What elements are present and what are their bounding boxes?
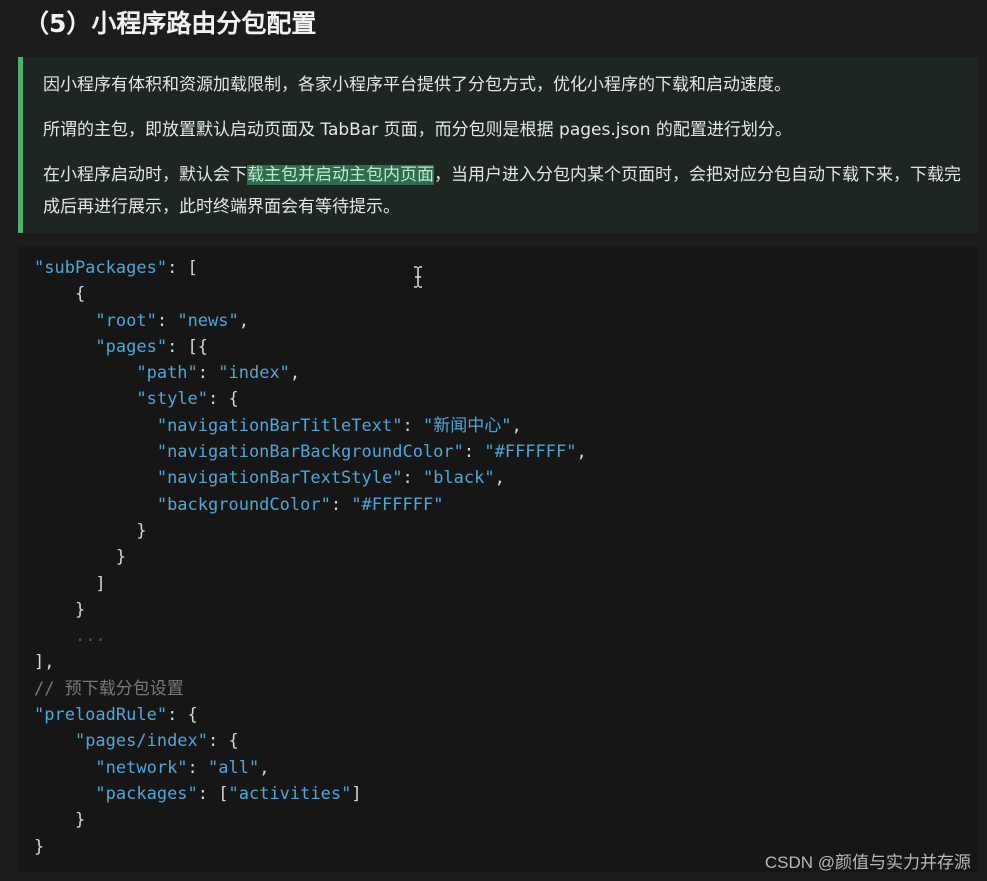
- code-line: "packages": ["activities"]: [95, 783, 362, 804]
- code-line: ]: [95, 573, 106, 594]
- code-line: "path": "index",: [136, 363, 301, 384]
- csdn-watermark: CSDN @颜值与实力并存源: [764, 853, 971, 872]
- blockquote-paragraph-3: 在小程序启动时，默认会下载主包并启动主包内页面，当用户进入分包内某个页面时，会把…: [43, 159, 968, 223]
- code-line: ...: [74, 626, 106, 647]
- code-line: }: [115, 547, 127, 568]
- code-block[interactable]: "subPackages": [ { "root": "news", "page…: [18, 247, 978, 872]
- code-line: ],: [34, 652, 55, 673]
- code-line: "network": "all",: [95, 757, 270, 778]
- code-line: "pages": [{: [95, 336, 209, 357]
- code-line: }: [74, 599, 86, 620]
- paragraph-3-text-start: 在小程序启动时，默认会下: [43, 165, 247, 185]
- code-line: "backgroundColor": "#FFFFFF": [156, 494, 444, 515]
- info-blockquote: 因小程序有体积和资源加载限制，各家小程序平台提供了分包方式，优化小程序的下载和启…: [18, 57, 978, 233]
- code-comment-line: // 预下载分包设置: [34, 678, 184, 699]
- selected-text-highlight[interactable]: 载主包并启动主包内页面: [247, 165, 434, 185]
- code-line: "root": "news",: [95, 310, 249, 331]
- code-line: }: [136, 520, 147, 541]
- code-line: "subPackages": [: [34, 258, 198, 278]
- code-line: "navigationBarBackgroundColor": "#FFFFFF…: [156, 442, 587, 463]
- code-line: "preloadRule": {: [34, 705, 198, 726]
- code-line: "pages/index": {: [74, 731, 239, 752]
- code-line: "navigationBarTextStyle": "black",: [156, 468, 505, 489]
- code-line: "navigationBarTitleText": "新闻中心",: [156, 415, 522, 436]
- text-cursor-icon: [414, 266, 422, 288]
- blockquote-paragraph-1: 因小程序有体积和资源加载限制，各家小程序平台提供了分包方式，优化小程序的下载和启…: [43, 75, 791, 95]
- code-line: }: [74, 810, 86, 831]
- blockquote-paragraph-2: 所谓的主包，即放置默认启动页面及 TabBar 页面，而分包则是根据 pages…: [43, 120, 792, 140]
- code-line: {: [34, 284, 86, 305]
- section-heading: （5）小程序路由分包配置: [24, 9, 317, 38]
- code-line: "style": {: [136, 389, 239, 410]
